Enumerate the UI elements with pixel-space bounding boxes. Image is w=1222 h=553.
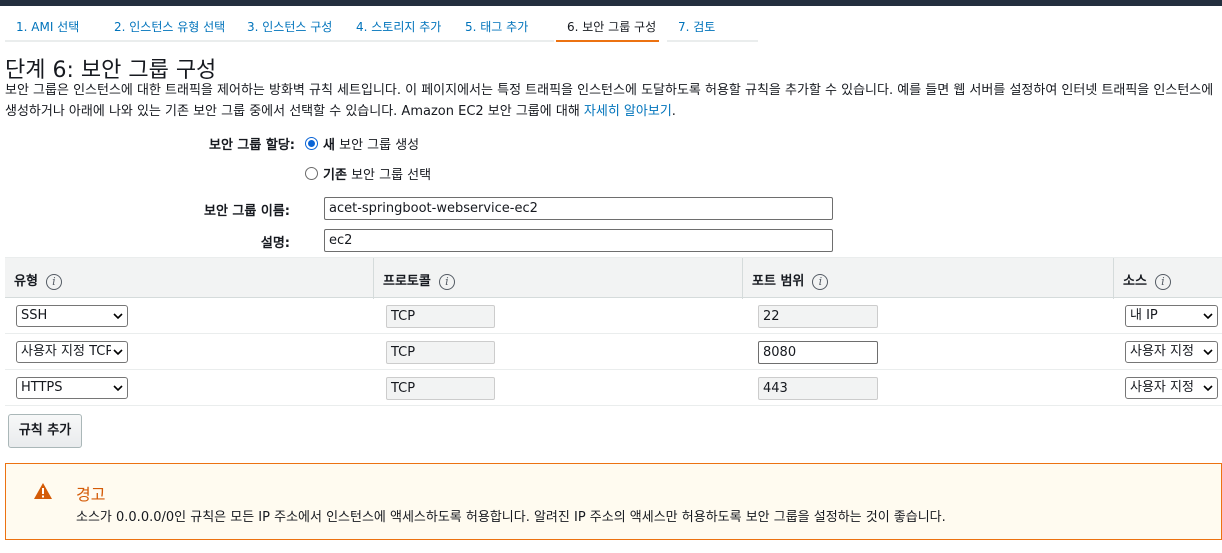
select-value: 내 IP [1130, 308, 1158, 323]
protocol-field: TCP [386, 305, 495, 328]
warning-text: 소스가 0.0.0.0/0인 규칙은 모든 IP 주소에서 인스턴스에 액세스하… [76, 510, 946, 525]
warning-icon [33, 482, 53, 504]
tab-label: 4. 스토리지 추가 [356, 20, 442, 34]
tab-label: 3. 인스턴스 구성 [247, 20, 333, 34]
table-row: 사용자 지정 TCP TCP 8080 사용자 지정 [5, 334, 1222, 370]
select-value: HTTPS [21, 380, 63, 395]
radio-new-label: 보안 그룹 생성 [339, 138, 420, 153]
table-row: HTTPS TCP 443 사용자 지정 [5, 370, 1222, 406]
tab-label: 6. 보안 그룹 구성 [567, 20, 657, 34]
chevron-down-icon [111, 378, 125, 398]
source-select[interactable]: 사용자 지정 [1125, 341, 1218, 363]
type-select[interactable]: 사용자 지정 TCP [16, 341, 128, 363]
tab-tags[interactable]: 5. 태그 추가 [454, 6, 554, 42]
type-select[interactable]: HTTPS [16, 377, 128, 399]
chevron-down-icon [1201, 378, 1215, 398]
chevron-down-icon [111, 306, 125, 326]
port-input[interactable]: 8080 [758, 341, 878, 364]
protocol-field: TCP [386, 341, 495, 364]
tab-label: 2. 인스턴스 유형 선택 [114, 20, 226, 34]
tab-security-group[interactable]: 6. 보안 그룹 구성 [556, 6, 659, 42]
header-source: 소스 i [1113, 258, 1222, 299]
table-header: 유형 i 프로토콜 i 포트 범위 i 소스 i [5, 257, 1222, 299]
info-icon[interactable]: i [812, 273, 829, 290]
chevron-down-icon [1201, 306, 1215, 326]
group-description-input[interactable]: ec2 [324, 229, 833, 252]
description-line-1: 보안 그룹은 인스턴스에 대한 트래픽을 제어하는 방화벽 규칙 세트입니다. … [5, 83, 1214, 98]
tab-instance-type[interactable]: 2. 인스턴스 유형 선택 [103, 6, 236, 42]
tab-label: 5. 태그 추가 [465, 20, 529, 34]
select-value: SSH [21, 308, 48, 323]
radio-new-bold: 새 [323, 138, 335, 153]
add-rule-button[interactable]: 규칙 추가 [8, 414, 82, 448]
info-icon[interactable]: i [45, 273, 62, 290]
source-select[interactable]: 내 IP [1125, 305, 1218, 327]
description-line-2: 생성하거나 아래에 나와 있는 기존 보안 그룹 중에서 선택할 수 있습니다.… [5, 101, 1222, 122]
tab-storage[interactable]: 4. 스토리지 추가 [345, 6, 454, 42]
warning-alert: 경고 소스가 0.0.0.0/0인 규칙은 모든 IP 주소에서 인스턴스에 액… [5, 463, 1222, 540]
radio-existing-label: 보안 그룹 선택 [351, 168, 432, 183]
chevron-down-icon [1201, 342, 1215, 362]
tab-review[interactable]: 7. 검토 [667, 6, 758, 42]
header-label: 소스 [1123, 274, 1147, 289]
radio-existing-group[interactable]: 기존 보안 그룹 선택 [305, 164, 431, 183]
name-label: 보안 그룹 이름: [203, 204, 290, 219]
header-protocol: 프로토콜 i [373, 258, 742, 299]
tab-label: 7. 검토 [678, 20, 716, 34]
radio-new-group[interactable]: 새 보안 그룹 생성 [305, 134, 419, 153]
description-text: 생성하거나 아래에 나와 있는 기존 보안 그룹 중에서 선택할 수 있습니다.… [5, 104, 580, 119]
assign-label: 보안 그룹 할당: [208, 138, 295, 153]
description-label: 설명: [260, 236, 290, 251]
info-icon[interactable]: i [438, 273, 455, 290]
source-select[interactable]: 사용자 지정 [1125, 377, 1218, 399]
info-icon[interactable]: i [1154, 273, 1171, 290]
header-label: 프로토콜 [383, 274, 431, 289]
select-value: 사용자 지정 TCP [21, 344, 114, 359]
tab-instance-config[interactable]: 3. 인스턴스 구성 [236, 6, 345, 42]
select-value: 사용자 지정 [1130, 344, 1194, 359]
radio-button[interactable] [305, 137, 318, 150]
tab-ami[interactable]: 1. AMI 선택 [5, 6, 103, 42]
warning-title: 경고 [76, 485, 106, 504]
header-label: 포트 범위 [752, 274, 805, 289]
port-field: 22 [758, 305, 878, 328]
header-port-range: 포트 범위 i [742, 258, 1113, 299]
group-name-input[interactable]: acet-springboot-webservice-ec2 [324, 197, 833, 220]
chevron-down-icon [111, 342, 125, 362]
header-label: 유형 [14, 274, 38, 289]
select-value: 사용자 지정 [1130, 380, 1194, 395]
table-row: SSH TCP 22 내 IP [5, 298, 1222, 334]
learn-more-link[interactable]: 자세히 알아보기 [584, 104, 672, 119]
type-select[interactable]: SSH [16, 305, 128, 327]
tab-label: 1. AMI 선택 [16, 20, 80, 34]
header-type: 유형 i [5, 258, 373, 299]
period: . [671, 104, 676, 119]
radio-existing-bold: 기존 [323, 168, 347, 183]
protocol-field: TCP [386, 377, 495, 400]
page-description: 보안 그룹은 인스턴스에 대한 트래픽을 제어하는 방화벽 규칙 세트입니다. … [5, 80, 1222, 122]
radio-button[interactable] [305, 167, 318, 180]
port-field: 443 [758, 377, 878, 400]
wizard-steps: 1. AMI 선택 2. 인스턴스 유형 선택 3. 인스턴스 구성 4. 스토… [5, 6, 765, 42]
